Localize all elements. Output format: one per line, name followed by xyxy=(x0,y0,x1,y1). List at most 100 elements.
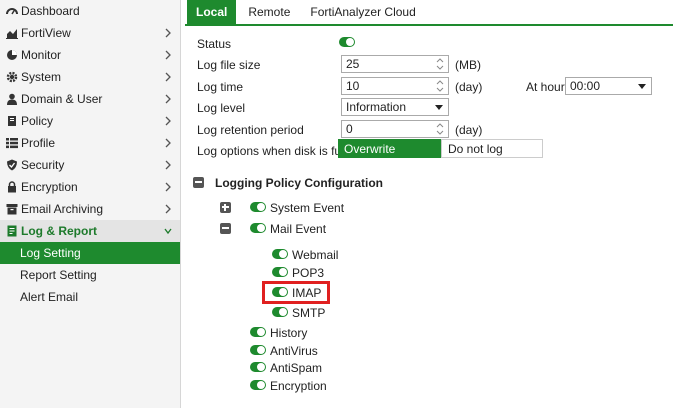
chevron-right-icon xyxy=(165,138,171,148)
mail-event-toggle[interactable] xyxy=(250,223,266,233)
retention-value: 0 xyxy=(346,122,353,136)
sidebar-item-fortiview[interactable]: FortiView xyxy=(0,22,180,44)
sidebar: Dashboard FortiView Monitor System Domai… xyxy=(0,0,181,408)
log-time-label: Log time xyxy=(197,80,244,94)
sidebar-item-label: FortiView xyxy=(21,26,71,40)
expand-icon[interactable] xyxy=(220,202,231,213)
chevron-right-icon xyxy=(165,116,171,126)
sidebar-item-label: Log & Report xyxy=(21,224,97,238)
sidebar-item-label: Encryption xyxy=(21,180,78,194)
sidebar-subitem-label: Log Setting xyxy=(20,246,81,260)
log-time-unit: (day) xyxy=(455,80,483,94)
retention-label: Log retention period xyxy=(197,123,304,137)
sidebar-item-encryption[interactable]: Encryption xyxy=(0,176,180,198)
webmail-label: Webmail xyxy=(292,248,339,262)
sidebar-item-policy[interactable]: Policy xyxy=(0,110,180,132)
log-file-size-input[interactable]: 25 xyxy=(341,55,449,73)
chevron-right-icon xyxy=(165,50,171,60)
antivirus-toggle[interactable] xyxy=(250,345,266,355)
sidebar-item-monitor[interactable]: Monitor xyxy=(0,44,180,66)
sidebar-subitem-alert-email[interactable]: Alert Email xyxy=(0,286,180,308)
spinner-icon[interactable] xyxy=(434,122,446,136)
antispam-toggle[interactable] xyxy=(250,362,266,372)
sidebar-item-email-archiving[interactable]: Email Archiving xyxy=(0,198,180,220)
log-level-label: Log level xyxy=(197,101,246,115)
log-file-size-unit: (MB) xyxy=(455,58,481,72)
sidebar-item-label: Profile xyxy=(21,136,56,150)
log-report-icon xyxy=(5,225,18,238)
overwrite-option[interactable]: Overwrite xyxy=(338,139,441,158)
status-toggle[interactable] xyxy=(339,37,355,47)
tab-bar: Local Remote FortiAnalyzer Cloud xyxy=(187,0,428,24)
chevron-right-icon xyxy=(165,72,171,82)
retention-unit: (day) xyxy=(455,123,483,137)
chevron-right-icon xyxy=(165,160,171,170)
sidebar-item-label: Security xyxy=(21,158,65,172)
gear-icon xyxy=(5,71,18,84)
mail-event-label: Mail Event xyxy=(270,222,327,236)
sidebar-item-label: Monitor xyxy=(21,48,62,62)
sidebar-subitem-label: Alert Email xyxy=(20,290,79,304)
antispam-label: AntiSpam xyxy=(270,361,323,375)
log-file-size-value: 25 xyxy=(346,57,360,71)
tab-local[interactable]: Local xyxy=(187,0,237,24)
sidebar-item-label: Dashboard xyxy=(21,4,80,18)
tab-remote[interactable]: Remote xyxy=(240,0,298,24)
at-hour-label: At hour xyxy=(526,80,565,94)
sidebar-subitem-label: Report Setting xyxy=(20,268,97,282)
dropdown-caret-icon xyxy=(638,84,646,89)
log-time-input[interactable]: 10 xyxy=(341,77,449,95)
policy-icon xyxy=(5,115,18,128)
chevron-right-icon xyxy=(165,94,171,104)
log-file-size-label: Log file size xyxy=(197,58,261,72)
sidebar-item-profile[interactable]: Profile xyxy=(0,132,180,154)
chevron-right-icon xyxy=(165,28,171,38)
sidebar-item-dashboard[interactable]: Dashboard xyxy=(0,0,180,22)
dashboard-icon xyxy=(5,5,18,18)
spinner-icon[interactable] xyxy=(434,79,446,93)
imap-toggle[interactable] xyxy=(272,287,288,297)
tab-fortianalyzer-cloud[interactable]: FortiAnalyzer Cloud xyxy=(302,0,423,24)
history-label: History xyxy=(270,326,308,340)
chevron-down-icon xyxy=(164,228,172,235)
collapse-icon[interactable] xyxy=(193,177,204,188)
system-event-toggle[interactable] xyxy=(250,202,266,212)
archive-icon xyxy=(5,203,18,216)
spinner-icon[interactable] xyxy=(434,57,446,71)
smtp-label: SMTP xyxy=(292,306,326,320)
retention-input[interactable]: 0 xyxy=(341,120,449,138)
user-icon xyxy=(5,93,18,106)
disk-full-label: Log options when disk is full xyxy=(197,144,347,158)
sidebar-item-security[interactable]: Security xyxy=(0,154,180,176)
sidebar-item-label: Policy xyxy=(21,114,54,128)
list-icon xyxy=(5,137,18,150)
sidebar-item-domain-user[interactable]: Domain & User xyxy=(0,88,180,110)
encryption-toggle[interactable] xyxy=(250,380,266,390)
chevron-right-icon xyxy=(165,204,171,214)
log-time-value: 10 xyxy=(346,79,360,93)
lock-icon xyxy=(5,181,18,194)
history-toggle[interactable] xyxy=(250,327,266,337)
dropdown-caret-icon xyxy=(435,105,443,110)
log-level-select[interactable]: Information xyxy=(341,98,449,116)
policy-title: Logging Policy Configuration xyxy=(215,176,383,190)
pie-chart-icon xyxy=(5,49,18,62)
pop3-toggle[interactable] xyxy=(272,267,288,277)
sidebar-item-system[interactable]: System xyxy=(0,66,180,88)
shield-icon xyxy=(5,159,18,172)
system-event-label: System Event xyxy=(270,201,345,215)
collapse-icon[interactable] xyxy=(220,223,231,234)
sidebar-subitem-log-setting[interactable]: Log Setting xyxy=(0,242,180,264)
at-hour-value: 00:00 xyxy=(570,79,601,93)
at-hour-select[interactable]: 00:00 xyxy=(565,77,652,95)
sidebar-item-label: System xyxy=(21,70,62,84)
smtp-toggle[interactable] xyxy=(272,307,288,317)
chart-icon xyxy=(5,27,18,40)
sidebar-item-log-report[interactable]: Log & Report xyxy=(0,220,180,242)
sidebar-subitem-report-setting[interactable]: Report Setting xyxy=(0,264,180,286)
webmail-toggle[interactable] xyxy=(272,249,288,259)
chevron-right-icon xyxy=(165,182,171,192)
pop3-label: POP3 xyxy=(292,266,325,280)
do-not-log-option[interactable]: Do not log xyxy=(441,139,543,158)
sidebar-item-label: Domain & User xyxy=(21,92,103,106)
